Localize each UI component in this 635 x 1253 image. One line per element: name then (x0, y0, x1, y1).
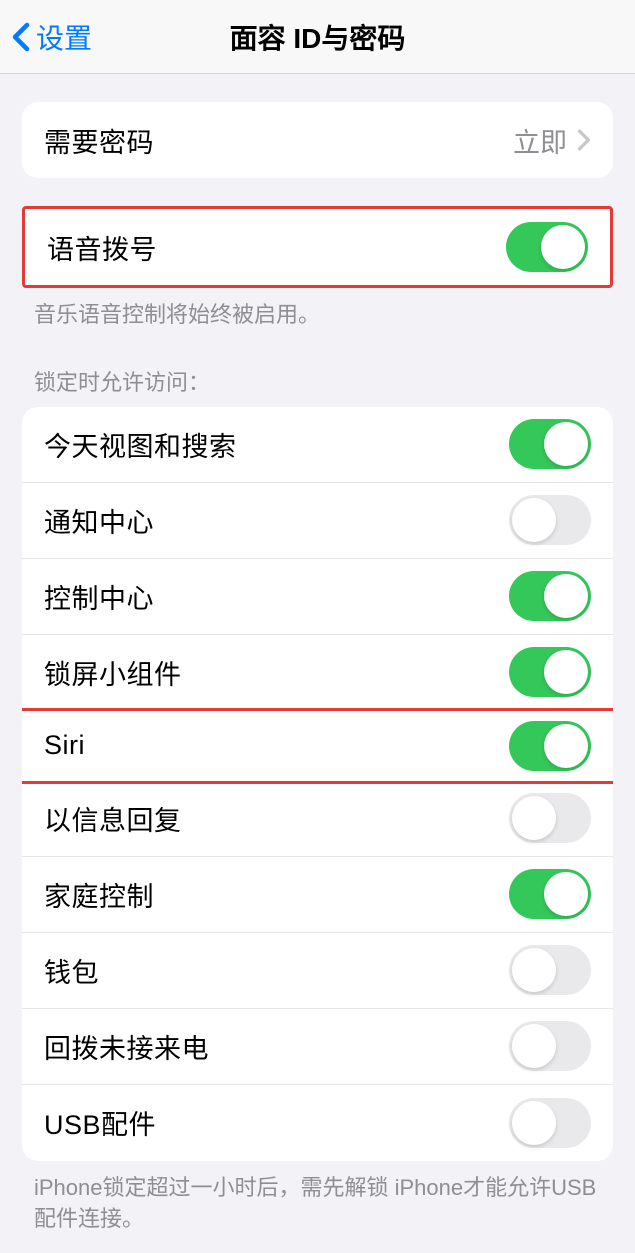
lock-item-toggle[interactable] (509, 419, 591, 469)
row-label: 以信息回复 (44, 799, 182, 838)
row-label: USB配件 (44, 1103, 156, 1142)
lock-item-toggle[interactable] (509, 571, 591, 621)
row-label: 需要密码 (44, 121, 154, 160)
row-label: 家庭控制 (44, 875, 154, 914)
lock-item-toggle[interactable] (509, 869, 591, 919)
lock-section-header: 锁定时允许访问： (0, 331, 635, 407)
voice-dial-toggle[interactable] (506, 222, 588, 272)
lock-item-row: Siri (22, 708, 613, 784)
back-button[interactable]: 设置 (0, 17, 92, 57)
chevron-left-icon (12, 22, 30, 52)
back-label: 设置 (36, 17, 92, 57)
row-value: 立即 (513, 121, 567, 160)
lock-item-toggle[interactable] (509, 1098, 591, 1148)
navigation-header: 设置 面容 ID与密码 (0, 0, 635, 74)
lock-item-toggle[interactable] (509, 1021, 591, 1071)
lock-item-row: 家庭控制 (22, 857, 613, 933)
require-passcode-row[interactable]: 需要密码 立即 (22, 102, 613, 178)
row-label: 钱包 (44, 951, 99, 990)
row-label: 锁屏小组件 (44, 653, 182, 692)
lock-item-row: 锁屏小组件 (22, 635, 613, 711)
lock-item-toggle[interactable] (509, 945, 591, 995)
row-label: 语音拨号 (47, 228, 157, 267)
voice-dial-footer: 音乐语音控制将始终被启用。 (0, 288, 635, 331)
toggle-knob (544, 650, 588, 694)
toggle-knob (512, 1101, 556, 1145)
toggle-knob (541, 225, 585, 269)
lock-item-row: USB配件 (22, 1085, 613, 1161)
toggle-knob (544, 724, 588, 768)
lock-item-row: 今天视图和搜索 (22, 407, 613, 483)
lock-item-row: 通知中心 (22, 483, 613, 559)
toggle-knob (544, 872, 588, 916)
chevron-right-icon (577, 129, 591, 151)
voice-dial-row: 语音拨号 (25, 209, 610, 285)
lock-item-row: 回拨未接来电 (22, 1009, 613, 1085)
lock-item-toggle[interactable] (509, 495, 591, 545)
lock-access-group: 今天视图和搜索通知中心控制中心锁屏小组件 Siri 以信息回复家庭控制钱包回拨未接来… (22, 407, 613, 1161)
row-label: 控制中心 (44, 577, 154, 616)
voice-dial-group: 语音拨号 (22, 206, 613, 288)
row-label: 回拨未接来电 (44, 1027, 209, 1066)
toggle-knob (512, 498, 556, 542)
lock-footer: iPhone锁定超过一小时后，需先解锁 iPhone才能允许USB配件连接。 (0, 1161, 635, 1235)
lock-item-row: 以信息回复 (22, 781, 613, 857)
lock-item-toggle[interactable] (509, 721, 591, 771)
page-title: 面容 ID与密码 (230, 17, 406, 57)
toggle-knob (512, 1024, 556, 1068)
toggle-knob (512, 948, 556, 992)
lock-item-row: 钱包 (22, 933, 613, 1009)
row-label: 今天视图和搜索 (44, 425, 237, 464)
row-label: 通知中心 (44, 501, 154, 540)
lock-item-toggle[interactable] (509, 647, 591, 697)
toggle-knob (544, 422, 588, 466)
toggle-knob (512, 796, 556, 840)
lock-item-toggle[interactable] (509, 793, 591, 843)
lock-item-row: 控制中心 (22, 559, 613, 635)
passcode-group: 需要密码 立即 (22, 102, 613, 178)
toggle-knob (544, 574, 588, 618)
row-label: Siri (44, 730, 85, 761)
